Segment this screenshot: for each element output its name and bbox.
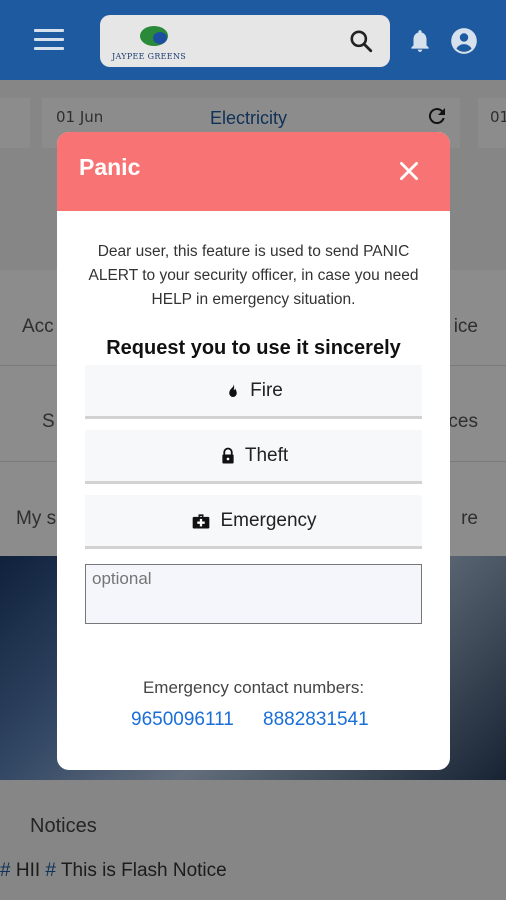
lock-icon (222, 447, 234, 463)
panic-dialog: Panic Dear user, this feature is used to… (57, 132, 450, 770)
dialog-header: Panic (57, 132, 450, 211)
medical-kit-icon (193, 513, 210, 528)
emergency-label: Emergency (220, 509, 317, 531)
dialog-title: Panic (79, 154, 141, 180)
account-icon[interactable] (450, 27, 478, 55)
emergency-button[interactable]: Emergency (85, 495, 422, 549)
jaypee-greens-logo: JAYPEE GREENS (112, 23, 202, 61)
phone-link-2[interactable]: 8882831541 (263, 709, 369, 731)
theft-button[interactable]: Theft (85, 430, 422, 484)
search-bar[interactable]: JAYPEE GREENS (100, 15, 390, 67)
contact-numbers-title: Emergency contact numbers: (142, 678, 365, 697)
optional-message-input[interactable] (85, 564, 422, 624)
theft-label: Theft (244, 444, 289, 466)
bell-icon[interactable] (407, 27, 433, 55)
request-text: Request you to use it sincerely (106, 337, 401, 359)
menu-icon[interactable] (34, 29, 64, 51)
top-app-bar: JAYPEE GREENS (0, 0, 506, 80)
fire-button[interactable]: Fire (85, 365, 422, 419)
close-icon[interactable] (396, 158, 422, 184)
fire-icon (229, 383, 237, 397)
phone-link-1[interactable]: 9650096111 (131, 709, 234, 731)
search-icon[interactable] (348, 28, 374, 54)
dialog-description: Dear user, this feature is used to send … (88, 243, 419, 308)
fire-label: Fire (250, 379, 283, 401)
